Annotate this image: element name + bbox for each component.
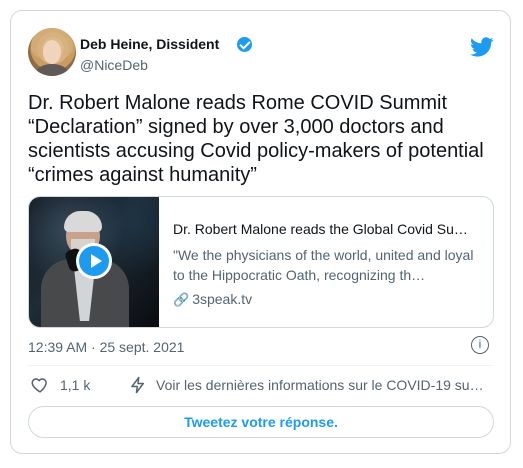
tweet-timestamp[interactable]: 12:39 AM · 25 sept. 2021: [28, 338, 184, 356]
link-domain-label: 3speak.tv: [192, 291, 253, 307]
avatar-face: [43, 40, 61, 64]
play-icon[interactable]: [76, 243, 112, 279]
covid-information-link[interactable]: Voir les dernières informations sur le C…: [156, 377, 496, 393]
link-preview-card[interactable]: Dr. Robert Malone reads the Global Covid…: [28, 196, 494, 328]
heart-icon[interactable]: [31, 376, 49, 394]
avatar[interactable]: [28, 28, 76, 76]
tweet-text: Dr. Robert Malone reads Rome COVID Summi…: [28, 92, 484, 186]
link-icon: 🔗: [173, 292, 190, 307]
divider: [28, 365, 494, 366]
twitter-bird-icon[interactable]: [468, 35, 496, 59]
link-domain[interactable]: 🔗 3speak.tv: [173, 290, 252, 309]
link-description: "We the physicians of the world, united …: [173, 247, 474, 283]
tweet-card: Deb Heine, Dissident @NiceDeb Dr. Robert…: [10, 10, 511, 454]
author-display-name[interactable]: Deb Heine, Dissident: [80, 35, 219, 53]
tweet-action-row: 1,1 k Voir les dernières informations su…: [28, 375, 494, 395]
like-count[interactable]: 1,1 k: [60, 377, 90, 393]
info-icon[interactable]: i: [471, 336, 489, 354]
link-title[interactable]: Dr. Robert Malone reads the Global Covid…: [173, 220, 488, 238]
lightning-icon: [131, 376, 144, 394]
thumbnail-person-hair: [64, 211, 102, 232]
video-thumbnail[interactable]: [29, 197, 159, 327]
verified-badge-icon: [237, 37, 252, 52]
avatar-body: [36, 64, 68, 76]
author-handle[interactable]: @NiceDeb: [80, 56, 148, 74]
reply-button[interactable]: Tweetez votre réponse.: [28, 406, 494, 438]
